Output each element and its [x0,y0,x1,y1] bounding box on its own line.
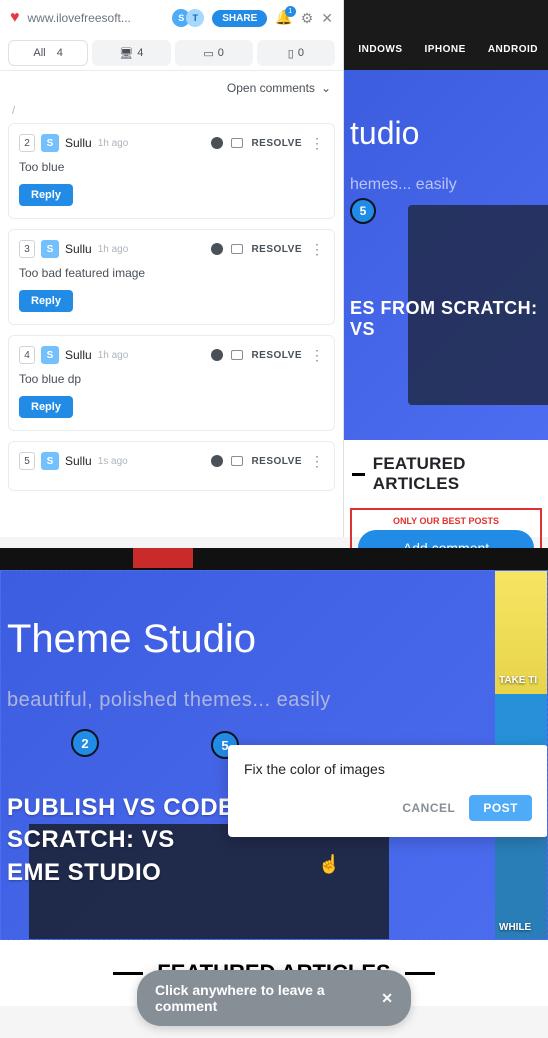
active-indicator [133,548,193,568]
screen-icon[interactable] [231,138,243,148]
cursor-icon: ☝ [318,854,340,875]
avatar[interactable]: T [186,9,204,27]
notifications-button[interactable]: 🔔 1 [275,9,292,27]
username: Sullu [65,454,92,468]
tab-all[interactable]: All 4 [8,40,88,66]
tablet-icon: ▭ [203,47,213,60]
timestamp: 1h ago [98,350,129,361]
post-button[interactable]: POST [469,795,532,821]
comment-number: 5 [19,452,35,470]
more-icon[interactable]: ⋮ [310,348,324,362]
new-comment-popup: Fix the color of images CANCEL POST [228,745,548,837]
featured-subtext: ONLY OUR BEST POSTS [358,516,534,526]
more-icon[interactable]: ⋮ [310,242,324,256]
eye-icon[interactable] [211,137,223,149]
username: Sullu [65,348,92,362]
comment-input[interactable]: Fix the color of images [244,761,532,777]
hero-bottom[interactable]: Theme Studio beautiful, polished themes.… [0,570,548,940]
featured-top: FEATURED ARTICLES ONLY OUR BEST POSTS Ad… [344,440,548,537]
notification-badge: 1 [285,6,296,17]
timestamp: 1s ago [98,456,128,467]
eye-icon[interactable] [211,349,223,361]
comment-number: 4 [19,346,35,364]
hero-preview-top: tudio hemes... easily 5 ES FROM SCRATCH:… [344,70,548,440]
comment-text: Too blue dp [19,372,324,386]
avatar-group: S T [176,9,204,27]
toast-text: Click anywhere to leave a comment [155,982,369,1014]
resolve-button[interactable]: RESOLVE [251,138,302,149]
comment-text: Too bad featured image [19,266,324,280]
nav-link[interactable]: ANDROID [488,44,538,55]
resolve-button[interactable]: RESOLVE [251,350,302,361]
reply-button[interactable]: Reply [19,184,73,206]
hero-title: Theme Studio [7,617,256,662]
hero-subtitle: hemes... easily [350,176,457,194]
close-icon[interactable]: ✕ [321,10,333,27]
comment-card[interactable]: 3S Sullu 1h ago RESOLVE ⋮ Too bad featured im… [8,229,335,325]
username: Sullu [65,136,92,150]
timestamp: 1h ago [98,244,129,255]
timestamp: 1h ago [98,138,129,149]
close-icon[interactable]: ✕ [381,990,393,1007]
comment-card[interactable]: 2S Sullu 1h ago RESOLVE ⋮ Too blue Reply [8,123,335,219]
page-url: www.ilovefreesoft... [28,11,169,25]
tab-desktop[interactable]: 🖥4 [92,40,170,66]
comment-card[interactable]: 4S Sullu 1h ago RESOLVE ⋮ Too blue dp Reply [8,335,335,431]
comment-text: Too blue [19,160,324,174]
avatar: S [41,452,59,470]
nav-link[interactable]: INDOWS [358,44,402,55]
comments-panel: ♥ www.ilovefreesoft... S T SHARE 🔔 1 ⚙ ✕… [0,0,344,537]
comment-number: 3 [19,240,35,258]
screen-icon[interactable] [231,456,243,466]
mobile-icon: ▯ [288,47,294,60]
panel-header: ♥ www.ilovefreesoft... S T SHARE 🔔 1 ⚙ ✕ [0,0,343,36]
tab-mobile[interactable]: ▯0 [257,40,335,66]
open-comments-dropdown[interactable]: Open comments ⌄ [0,71,343,105]
divider [352,473,365,476]
comment-pin[interactable]: 5 [350,198,376,224]
avatar: S [41,240,59,258]
filter-tabs: All 4 🖥4 ▭0 ▯0 [0,36,343,71]
heart-icon: ♥ [10,9,20,27]
hero-title: tudio [350,115,419,152]
avatar: S [41,346,59,364]
cancel-button[interactable]: CANCEL [402,795,455,821]
share-button[interactable]: SHARE [212,10,267,27]
featured-heading: FEATURED ARTICLES [373,454,540,494]
hint-toast: Click anywhere to leave a comment ✕ [137,970,411,1026]
hero-overlay-text: ES FROM SCRATCH: VS [350,298,548,340]
resolve-button[interactable]: RESOLVE [251,244,302,255]
screen-icon[interactable] [231,350,243,360]
avatar: S [41,134,59,152]
tab-tablet[interactable]: ▭0 [175,40,253,66]
reply-button[interactable]: Reply [19,396,73,418]
resolve-button[interactable]: RESOLVE [251,456,302,467]
hero-subtitle: beautiful, polished themes... easily [7,689,331,712]
divider [405,972,435,975]
breadcrumb: / [0,105,343,123]
top-strip [0,548,548,570]
gear-icon[interactable]: ⚙ [301,10,314,27]
comment-number: 2 [19,134,35,152]
eye-icon[interactable] [211,455,223,467]
username: Sullu [65,242,92,256]
divider [113,972,143,975]
eye-icon[interactable] [211,243,223,255]
reply-button[interactable]: Reply [19,290,73,312]
article-thumb[interactable]: TAKE TI [495,571,547,694]
more-icon[interactable]: ⋮ [310,136,324,150]
more-icon[interactable]: ⋮ [310,454,324,468]
comment-card[interactable]: 5S Sullu 1s ago RESOLVE ⋮ [8,441,335,491]
site-nav: INDOWS IPHONE ANDROID [348,30,548,69]
nav-link[interactable]: IPHONE [424,44,465,55]
comment-pin[interactable]: 2 [71,729,99,757]
chevron-down-icon: ⌄ [321,81,331,95]
desktop-icon: 🖥 [119,47,133,60]
screen-icon[interactable] [231,244,243,254]
